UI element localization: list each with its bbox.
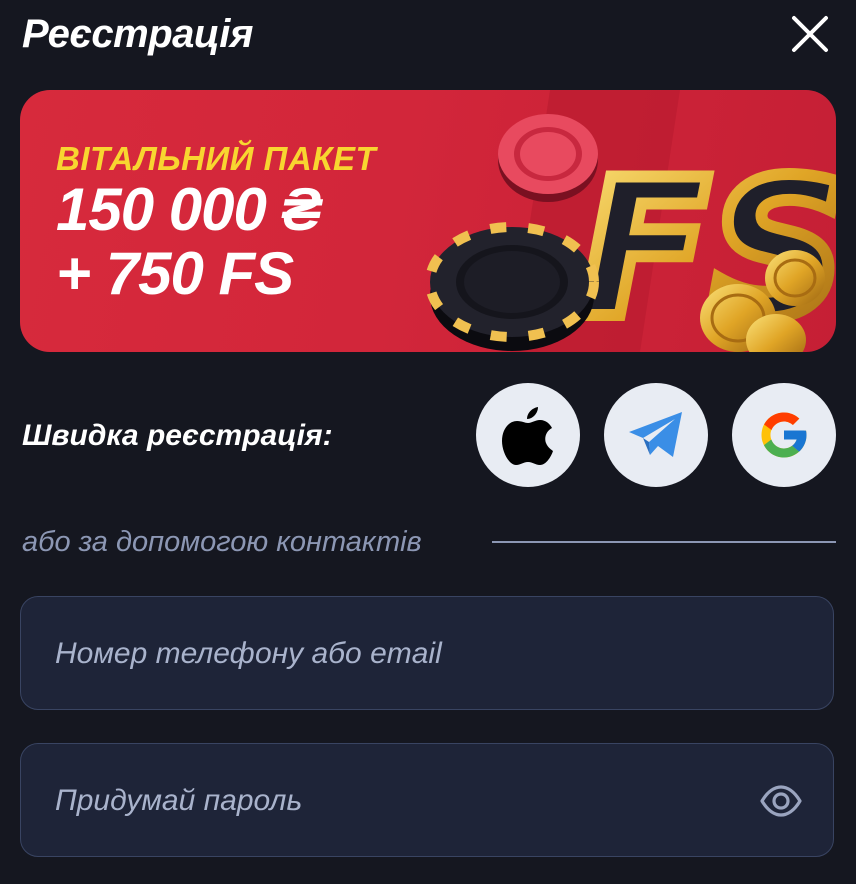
password-field[interactable] [20, 743, 834, 858]
divider-text: або за допомогою контактів [22, 526, 422, 558]
password-input[interactable] [53, 744, 757, 858]
close-button[interactable] [788, 12, 832, 56]
page-title: Реєстрація [22, 12, 253, 56]
banner-free-spins: + 750 FS [56, 240, 294, 307]
close-icon [792, 16, 828, 52]
telegram-login-button[interactable] [604, 383, 708, 487]
quick-registration-label: Швидка реєстрація: [22, 419, 333, 452]
apple-icon [502, 407, 553, 465]
welcome-bonus-banner[interactable]: ВІТАЛЬНИЙ ПАКЕТ 150 000 ₴ + 750 FS FS [20, 90, 836, 352]
black-chip [425, 222, 599, 351]
eye-icon [760, 785, 802, 817]
banner-amount: 150 000 ₴ [56, 176, 322, 243]
contact-field[interactable] [20, 596, 834, 711]
divider-line [492, 541, 836, 543]
banner-casino-art: FS [425, 90, 836, 352]
contacts-divider: або за допомогою контактів [22, 522, 836, 562]
apple-login-button[interactable] [476, 383, 580, 487]
telegram-icon [629, 412, 682, 457]
show-password-button[interactable] [759, 781, 803, 821]
google-icon [761, 412, 807, 458]
google-login-button[interactable] [732, 383, 836, 487]
banner-headline: ВІТАЛЬНИЙ ПАКЕТ [56, 140, 377, 177]
contact-input[interactable] [53, 597, 757, 711]
